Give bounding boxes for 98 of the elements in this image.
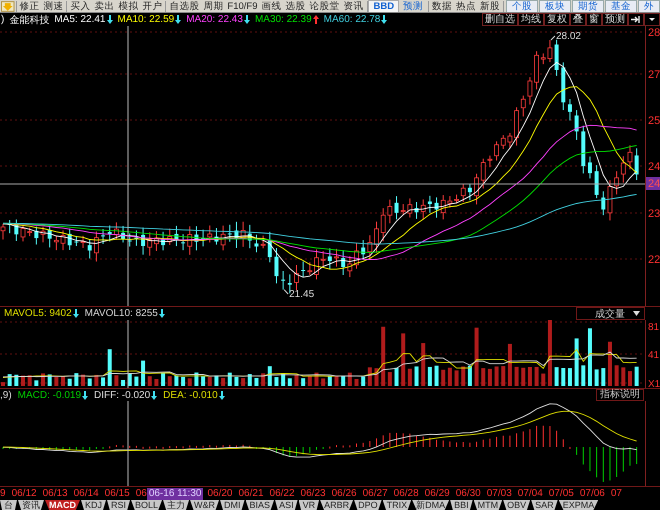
crosshair-price: 24 — [646, 177, 660, 190]
date-label: 06/27 — [362, 488, 388, 499]
toolbar-button[interactable]: 预测 — [399, 0, 428, 12]
toolbar-button[interactable]: 选股 — [284, 0, 308, 12]
date-label: 9 — [0, 488, 6, 499]
macd-value: MACD: -0.019 — [18, 390, 82, 400]
date-label: 06/12 — [12, 488, 37, 499]
toolbar-button[interactable]: F10/F9 — [225, 0, 260, 12]
date-label: 06/26 — [332, 488, 357, 499]
date-label: 06/22 — [270, 488, 295, 499]
axis-label: 28 — [648, 27, 660, 39]
indicator-tab[interactable]: 资讯 — [18, 500, 44, 510]
high-price-label: 28.02 — [556, 31, 581, 42]
toolbar-button[interactable]: 基金 — [605, 0, 638, 12]
moving-average-value: MA60: 22.78 — [324, 14, 380, 25]
date-label: 07/05 — [548, 488, 574, 499]
indicator-tab[interactable]: RSI — [107, 500, 130, 510]
chart-option-button[interactable]: 均线 — [518, 13, 544, 26]
indicator-selector[interactable]: 成交量 — [576, 307, 645, 320]
indicator-tab[interactable]: W&R — [190, 500, 220, 510]
indicator-tab[interactable]: ASI — [275, 500, 298, 510]
indicator-help-button[interactable]: 指标说明 — [596, 389, 644, 401]
indicator-tab[interactable]: SAR — [531, 500, 558, 510]
moving-average-value: MA20: 22.43 — [186, 14, 243, 25]
date-label: 07/04 — [518, 488, 543, 499]
cursor-time-label: 06-16 11:30 — [146, 488, 204, 500]
indicator-tab[interactable]: DMI — [220, 500, 245, 510]
date-label: 06/29 — [424, 488, 450, 499]
date-label: 06/21 — [238, 488, 264, 499]
axis-label: 22 — [648, 254, 660, 266]
indicator-tab[interactable]: KDJ — [81, 500, 106, 510]
toolbar-button[interactable]: 个股 — [506, 0, 538, 12]
toolbar-button[interactable]: 热点 — [454, 0, 478, 12]
moving-average-value: MA10: 22.59 — [118, 14, 174, 25]
date-label: 06/13 — [42, 488, 68, 499]
date-label: 06/14 — [74, 488, 99, 499]
axis-label: 81 — [648, 322, 660, 333]
indicator-tab[interactable]: OBV — [503, 500, 530, 510]
toolbar-button[interactable]: 模拟 — [116, 0, 140, 12]
indicator-tab[interactable]: 台 — [0, 500, 17, 510]
indicator-tab[interactable]: ARBR — [320, 500, 354, 510]
toolbar-button[interactable]: 自选股 — [167, 0, 202, 12]
date-label: 07 — [610, 488, 622, 499]
indicator-tab[interactable]: EXPMA — [558, 500, 598, 510]
indicator-tab[interactable]: 新DMA — [412, 500, 450, 510]
toolbar-button[interactable]: 修正 — [17, 0, 42, 12]
indicator-tab[interactable]: BIAS — [246, 500, 274, 510]
toolbar-button[interactable]: BBD — [368, 0, 400, 12]
toolbar-button[interactable]: 板块 — [539, 0, 572, 12]
chart-option-button[interactable]: 预测 — [602, 13, 628, 26]
axis-label: 25 — [648, 115, 660, 127]
indicator-tab[interactable]: 主力 — [163, 500, 190, 510]
indicator-tab[interactable]: TRIX — [382, 500, 412, 510]
toolbar-button[interactable]: 画线 — [260, 0, 284, 12]
moving-average-value: MA5: 22.41 — [54, 14, 106, 25]
toolbar-button[interactable]: 期货 — [572, 0, 604, 12]
indicator-tab[interactable]: BBI — [450, 500, 473, 510]
volume-average-value: MAVOL5: 9402 — [4, 308, 72, 319]
chart-option-button[interactable]: 删自选 — [482, 13, 518, 26]
chart-option-button[interactable]: 叠 — [570, 13, 586, 26]
toolbar-button[interactable]: 周期 — [201, 0, 226, 12]
moving-average-value: MA30: 22.39 — [254, 14, 312, 25]
indicator-tab[interactable]: MTM — [474, 500, 502, 510]
panel-prefix: ,9) — [0, 390, 12, 400]
toolbar-button[interactable]: 测速 — [41, 0, 66, 12]
volume-average-value: MAVOL10: 8255 — [84, 308, 158, 319]
indicator-tab[interactable]: BOLL — [131, 500, 162, 510]
low-price-label: 21.45 — [289, 289, 314, 300]
macd-value: DIFF: -0.020 — [94, 390, 150, 400]
indicator-tab[interactable]: MACD — [45, 500, 80, 510]
indicator-tab[interactable]: VR — [298, 500, 320, 510]
toolbar-button[interactable]: 卖出 — [92, 0, 116, 12]
date-label: 07/06 — [580, 488, 605, 499]
date-label: 06/20 — [207, 488, 232, 499]
date-label: 06/30 — [456, 488, 481, 499]
toolbar-button[interactable]: 数据 — [430, 0, 454, 12]
chart-option-button[interactable]: 窗 — [586, 13, 602, 26]
axis-label: 24 — [648, 161, 660, 173]
macd-value: DEA: -0.010 — [163, 390, 218, 400]
toolbar-button[interactable]: 买入 — [68, 0, 92, 12]
date-label: 06/23 — [300, 488, 326, 499]
date-label: 06/28 — [394, 488, 419, 499]
stock-name: 金能科技 — [9, 14, 50, 26]
toolbar-button[interactable]: 论股堂 — [308, 0, 342, 12]
panel-prefix: ) — [1, 14, 4, 25]
date-label: 07/03 — [486, 488, 512, 499]
axis-label: 23 — [648, 208, 660, 220]
axis-label: X1 — [648, 379, 660, 388]
chart-option-button[interactable]: 复权 — [544, 13, 570, 26]
toolbar-button[interactable]: 新股 — [478, 0, 502, 12]
date-label: 06/15 — [104, 488, 130, 499]
date-label: 06 — [136, 488, 147, 499]
axis-label: 27 — [648, 69, 660, 81]
axis-label: 41 — [648, 350, 660, 361]
toolbar-button[interactable]: 开户 — [140, 0, 164, 12]
indicator-tab[interactable]: DPO — [354, 500, 382, 510]
toolbar-button[interactable]: 外 — [638, 0, 660, 12]
toolbar-button[interactable]: 资讯 — [342, 0, 366, 12]
